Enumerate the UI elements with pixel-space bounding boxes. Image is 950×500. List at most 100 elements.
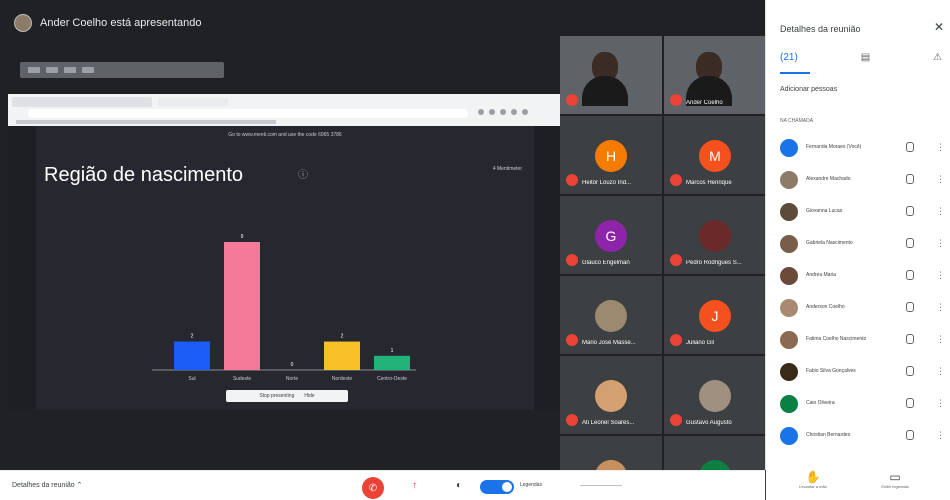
participant-tile[interactable]: Pedro Rodrigues S... <box>664 196 766 274</box>
participant-tile[interactable]: H Heitor Louzo Ind... <box>560 116 662 194</box>
bar-value-label: 2 <box>191 334 194 340</box>
mic-off-icon <box>670 174 682 186</box>
bar <box>174 341 210 370</box>
participant-avatar: G <box>595 220 627 252</box>
divider <box>580 485 622 486</box>
bar-chart: 2 Sul 9 Sudeste 0 Norte 2 Nordeste 1 Centro-Oeste <box>152 234 416 382</box>
participant-row[interactable]: Andrea Maria ⋮ <box>776 264 948 288</box>
bar-value-label: 2 <box>341 334 344 340</box>
participant-name: Giovanna Lucas <box>806 208 843 214</box>
mic-off-icon <box>566 334 578 346</box>
participant-row[interactable]: Fernanda Moraes (Você) ⋮ <box>776 136 948 160</box>
more-options-icon[interactable]: ⋮ <box>936 334 945 345</box>
participant-name: Caio Oliveira <box>806 400 835 406</box>
browser-tab[interactable] <box>158 98 228 106</box>
captions-toggle[interactable] <box>480 480 514 494</box>
participant-tile[interactable]: M Marcos Henrique <box>664 116 766 194</box>
participant-row[interactable]: Anderson Coelho ⋮ <box>776 296 948 320</box>
category-label: Norte <box>286 376 298 382</box>
address-bar[interactable] <box>28 109 468 118</box>
captions-action[interactable]: ▭ Exibir legendas <box>865 470 925 489</box>
raise-hand-action[interactable]: ✋ Levantar a mão <box>783 470 843 489</box>
meeting-stage: Ander Coelho está apresentando Go to www… <box>0 0 766 500</box>
category-label: Nordeste <box>332 376 353 382</box>
participant-tile[interactable]: G Glauco Engelman <box>560 196 662 274</box>
participant-row[interactable]: Christian Bernardes ⋮ <box>776 424 948 448</box>
participant-avatar <box>595 300 627 332</box>
end-call-button[interactable]: ✆ <box>362 477 384 499</box>
shared-screen: Go to www.menti.com and use the code 696… <box>8 94 560 483</box>
presenter-avatar <box>14 14 32 32</box>
mic-icon[interactable] <box>906 142 914 152</box>
raise-hand-icon[interactable]: ↑ <box>412 480 417 491</box>
presentation-mini-toolbar[interactable] <box>20 62 224 78</box>
more-options-icon[interactable]: ⋮ <box>936 430 945 441</box>
meeting-details-button[interactable]: Detalhes da reunião ⌃ <box>12 481 82 489</box>
mic-icon[interactable] <box>906 366 914 376</box>
stop-presenting-button[interactable]: Stop presenting <box>259 393 294 399</box>
bottom-bar: Detalhes da reunião ⌃ ✆ ↑ ◐ Legendas <box>0 470 765 500</box>
participant-name: Fatima Coelho Nascimento <box>806 336 867 342</box>
participant-name: Christian Bernardes <box>806 432 851 438</box>
participant-name: Alexandre Machado <box>806 176 851 182</box>
tab-chat[interactable]: ▤ <box>861 52 870 74</box>
participant-row[interactable]: Alexandre Machado ⋮ <box>776 168 948 192</box>
participant-avatar <box>699 380 731 412</box>
participant-name: Gustavo Augusto <box>686 420 732 426</box>
more-options-icon[interactable]: ⋮ <box>936 238 945 249</box>
participant-name: Mário José Masse... <box>582 340 636 346</box>
participant-row[interactable]: Fabio Silva Gonçalves ⋮ <box>776 360 948 384</box>
category-label: Sul <box>188 376 195 382</box>
mic-icon[interactable] <box>906 270 914 280</box>
mic-icon[interactable] <box>906 430 914 440</box>
bookmarks-bar <box>16 120 276 124</box>
mic-icon[interactable] <box>906 174 914 184</box>
mic-off-icon <box>670 334 682 346</box>
more-options-icon[interactable]: ⋮ <box>936 206 945 217</box>
participant-tile[interactable]: Gustavo Augusto <box>664 356 766 434</box>
avatar <box>780 203 798 221</box>
participant-tile[interactable]: Mário José Masse... <box>560 276 662 354</box>
mic-icon[interactable] <box>906 238 914 248</box>
mic-off-icon <box>566 94 578 106</box>
mic-icon[interactable] <box>906 302 914 312</box>
browser-tab[interactable] <box>12 97 152 107</box>
hide-strip-button[interactable]: Hide <box>304 393 314 399</box>
add-people-button[interactable]: Adicionar pessoas <box>780 86 837 93</box>
participant-name: Ati Leonel Soares... <box>582 420 635 426</box>
participant-row[interactable]: Fatima Coelho Nascimento ⋮ <box>776 328 948 352</box>
more-options-icon[interactable]: ⋮ <box>936 174 945 185</box>
close-icon[interactable]: ✕ <box>934 20 944 34</box>
participant-name: Anderson Coelho <box>806 304 845 310</box>
in-call-heading: NA CHAMADA <box>780 118 814 124</box>
mic-off-icon <box>566 414 578 426</box>
tab-activities[interactable]: ⚠ <box>933 52 942 74</box>
mic-icon[interactable] <box>906 334 914 344</box>
mentimeter-slide: Go to www.menti.com and use the code 696… <box>36 126 534 410</box>
participant-tile[interactable]: Ati Leonel Soares... <box>560 356 662 434</box>
participant-row[interactable]: Caio Oliveira ⋮ <box>776 392 948 416</box>
more-options-icon[interactable]: ⋮ <box>936 142 945 153</box>
participant-name: Heitor Louzo Ind... <box>582 180 632 186</box>
participant-tile[interactable]: J Juliano Gil <box>664 276 766 354</box>
participant-tile[interactable] <box>560 36 662 114</box>
hand-icon: ✋ <box>805 470 821 484</box>
participant-avatar: J <box>699 300 731 332</box>
more-options-icon[interactable]: ⋮ <box>936 270 945 281</box>
more-options-icon[interactable]: ⋮ <box>936 366 945 377</box>
presenter-bar: Ander Coelho está apresentando <box>14 10 201 36</box>
panel-title: Detalhes da reunião <box>780 24 861 34</box>
participant-avatar: M <box>699 140 731 172</box>
participant-tile[interactable]: Ander Coelho <box>664 36 766 114</box>
browser-toolbar-icons[interactable] <box>478 109 552 118</box>
presenting-strip: Stop presenting Hide <box>226 390 348 402</box>
mic-icon[interactable] <box>906 398 914 408</box>
tab-people[interactable]: (21) <box>780 52 798 74</box>
more-options-icon[interactable]: ⋮ <box>936 302 945 313</box>
participant-row[interactable]: Gabriela Nascimento ⋮ <box>776 232 948 256</box>
mic-icon[interactable] <box>906 206 914 216</box>
captions-icon[interactable]: ◐ <box>456 480 462 491</box>
participant-row[interactable]: Giovanna Lucas ⋮ <box>776 200 948 224</box>
more-options-icon[interactable]: ⋮ <box>936 398 945 409</box>
mic-off-icon <box>566 254 578 266</box>
